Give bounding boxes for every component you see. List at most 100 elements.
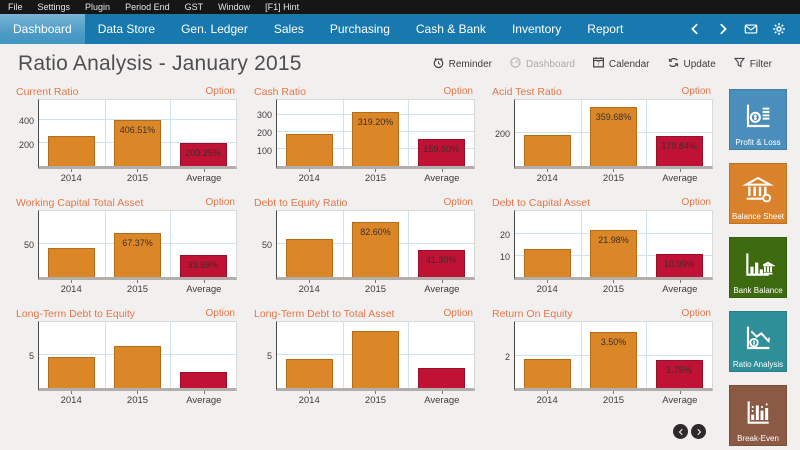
gridline-vertical [104, 211, 106, 277]
y-axis-labels: 2 [486, 321, 514, 391]
bar-2015: 359.68% [589, 106, 638, 166]
x-tick-label: 2015 [342, 280, 408, 296]
bar-average: 179.84% [655, 136, 703, 166]
chart-title: Debt to Capital Asset [492, 196, 591, 209]
menu-item[interactable]: Window [218, 2, 250, 12]
update-button[interactable]: Update [667, 56, 716, 72]
sidebar-button-break-even[interactable]: Break-Even [729, 385, 787, 446]
report-sidebar: Profit & Loss Balance Sheet Bank Balance… [716, 84, 800, 450]
calendar-button[interactable]: 7 Calendar [592, 56, 650, 72]
bar-value-label: 33.69% [187, 259, 219, 270]
bar-2014 [286, 358, 334, 388]
menu-item[interactable]: Plugin [85, 2, 110, 12]
chart-title: Acid Test Ratio [492, 85, 562, 98]
x-tick-label: 2015 [580, 391, 646, 407]
y-tick-label: 20 [499, 229, 510, 240]
bank-balance-icon [741, 248, 776, 286]
bar-2015 [113, 345, 162, 388]
dashboard-button: Dashboard [509, 56, 575, 72]
reminder-button[interactable]: Reminder [432, 56, 492, 72]
bar-average: 159.60% [417, 139, 465, 166]
charts-area: Current Ratio Option 200 400 406.51% 203.2… [0, 84, 716, 450]
y-tick-label: 300 [256, 110, 272, 121]
x-tick-label: Average [409, 391, 475, 407]
chart-option-link[interactable]: Option [682, 86, 711, 97]
nav-icons [687, 14, 800, 44]
gear-icon[interactable] [771, 22, 786, 37]
x-axis-labels: 2014 2015 Average [10, 391, 237, 407]
nav-tab-report[interactable]: Report [574, 14, 636, 44]
x-axis-labels: 2014 2015 Average [248, 280, 475, 296]
gridline-vertical [342, 211, 344, 277]
filter-button[interactable]: Filter [733, 56, 772, 72]
x-tick-label: 2014 [514, 169, 580, 185]
y-tick-label: 10 [499, 252, 510, 263]
nav-tab-cash-bank[interactable]: Cash & Bank [403, 14, 499, 44]
bar-value-label: 179.84% [661, 141, 697, 152]
nav-tab-sales[interactable]: Sales [261, 14, 317, 44]
x-tick-label: Average [171, 391, 237, 407]
gridline-vertical [580, 100, 582, 166]
chart-title: Working Capital Total Asset [16, 196, 144, 209]
sidebar-button-profit-loss[interactable]: Profit & Loss [729, 89, 787, 150]
mail-icon[interactable] [743, 22, 758, 37]
chart-plot: 319.20% 159.60% [276, 99, 475, 169]
chart-option-link[interactable]: Option [444, 197, 473, 208]
x-axis-labels: 2014 2015 Average [10, 169, 237, 185]
x-tick-label: Average [171, 280, 237, 296]
chart-option-link[interactable]: Option [682, 308, 711, 319]
menu-item[interactable]: Settings [38, 2, 71, 12]
sidebar-button-ratio-analysis[interactable]: Ratio Analysis [729, 311, 787, 372]
chevron-right-icon[interactable] [715, 22, 730, 37]
chart-title: Long-Term Debt to Equity [16, 307, 136, 320]
chart-panel: Working Capital Total Asset Option 50 67… [10, 195, 239, 298]
header-tools: Reminder Dashboard 7 Calendar Update Fil… [432, 56, 772, 72]
x-tick-label: Average [409, 280, 475, 296]
sidebar-button-balance-sheet[interactable]: Balance Sheet [729, 163, 787, 224]
bar-average [179, 372, 227, 388]
menu-item[interactable]: GST [185, 2, 204, 12]
y-tick-label: 50 [261, 240, 272, 250]
pager-chevron-right-icon[interactable] [691, 424, 706, 439]
nav-tab-gen-ledger[interactable]: Gen. Ledger [168, 14, 261, 44]
chart-panel: Return On Equity Option 2 3.50% 1.75% 201… [486, 306, 715, 409]
menu-item[interactable]: File [8, 2, 23, 12]
chart-option-link[interactable]: Option [444, 308, 473, 319]
nav-tab-data-store[interactable]: Data Store [85, 14, 168, 44]
x-axis-labels: 2014 2015 Average [248, 391, 475, 407]
nav-tab-inventory[interactable]: Inventory [499, 14, 574, 44]
gridline-vertical [408, 211, 410, 277]
chart-option-link[interactable]: Option [444, 86, 473, 97]
gridline-vertical [342, 322, 344, 388]
x-axis-labels: 2014 2015 Average [486, 169, 713, 185]
chart-plot: 359.68% 179.84% [514, 99, 713, 169]
ratio-analysis-icon [741, 322, 775, 360]
nav-tab-purchasing[interactable]: Purchasing [317, 14, 403, 44]
bar-value-label: 1.75% [666, 364, 692, 375]
chart-option-link[interactable]: Option [206, 308, 235, 319]
bar-value-label: 159.60% [423, 144, 459, 154]
chart-plot: 67.37% 33.69% [38, 210, 237, 280]
pager-chevron-left-icon[interactable] [673, 424, 688, 439]
sidebar-button-bank-balance[interactable]: Bank Balance [729, 237, 787, 298]
chart-option-link[interactable]: Option [682, 197, 711, 208]
chart-option-link[interactable]: Option [206, 197, 235, 208]
nav-tab-dashboard[interactable]: Dashboard [0, 14, 85, 44]
bar-value-label: 3.50% [600, 336, 627, 347]
y-tick-label: 200 [494, 129, 510, 139]
main-area: Current Ratio Option 200 400 406.51% 203.2… [0, 84, 800, 450]
y-axis-labels: 50 [248, 210, 276, 280]
menu-item[interactable]: Period End [125, 2, 170, 12]
y-tick-label: 5 [266, 351, 272, 361]
bar-value-label: 41.30% [425, 254, 457, 265]
chart-option-link[interactable]: Option [206, 86, 235, 97]
bar-value-label: 10.99% [663, 258, 695, 269]
bar-value-label: 406.51% [119, 124, 156, 135]
x-tick-label: 2015 [104, 169, 170, 185]
bar-2015: 67.37% [113, 232, 162, 277]
chart-title: Cash Ratio [254, 85, 306, 98]
chart-plot: 406.51% 203.25% [38, 99, 237, 169]
menu-item[interactable]: [F1] Hint [265, 2, 299, 12]
chevron-left-icon[interactable] [687, 22, 702, 37]
balance-sheet-icon [741, 174, 775, 212]
